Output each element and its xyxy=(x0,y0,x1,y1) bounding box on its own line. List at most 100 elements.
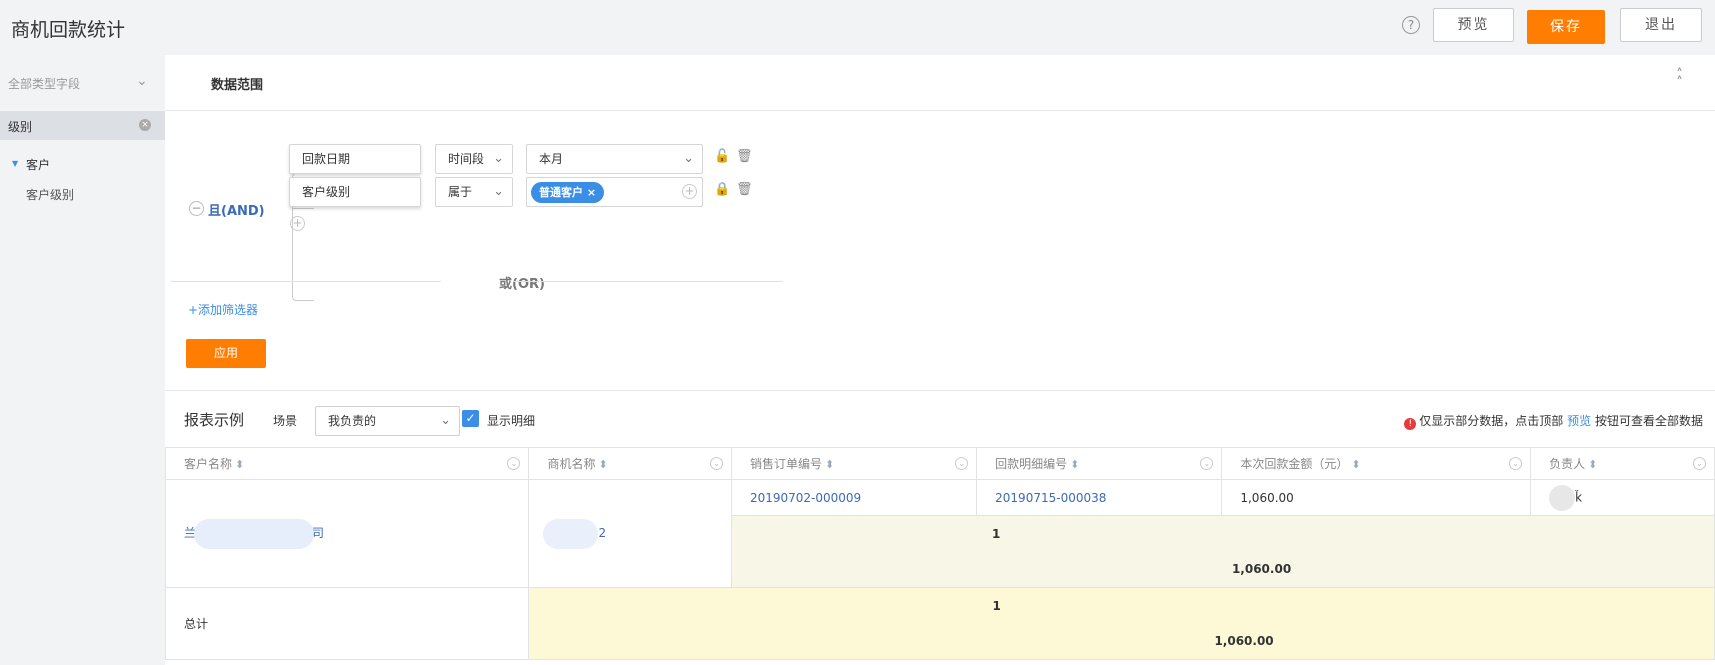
add-filter-link[interactable]: +添加筛选器 xyxy=(188,301,258,318)
tag-label: 普通客户 xyxy=(539,186,583,199)
divider xyxy=(165,110,1715,111)
column-header[interactable]: 商机名称 ⬍ ⌄ xyxy=(528,447,732,480)
detail-cell[interactable]: 20190715-000038 xyxy=(976,479,1223,516)
column-menu-icon[interactable]: ⌄ xyxy=(1200,457,1214,470)
order-cell[interactable]: 20190702-000009 xyxy=(730,479,978,516)
chevron-down-icon: ⌄ xyxy=(440,413,451,428)
lock-icon[interactable]: 🔒 xyxy=(714,182,730,197)
table-row: 兰司 2 20190702-000009 20190715-000038 1,0… xyxy=(164,479,1715,588)
customer-link[interactable]: 兰司 xyxy=(184,518,325,549)
redacted-blur xyxy=(194,518,315,549)
notice-text-tail: 按钮可查看全部数据 xyxy=(1594,414,1703,428)
tree-expand-icon[interactable]: ▼ xyxy=(12,159,18,168)
total-row: 总计 1 xyxy=(164,587,1715,660)
sort-icon[interactable]: ⬍ xyxy=(1351,458,1360,471)
apply-button[interactable]: 应用 xyxy=(186,339,266,368)
column-header[interactable]: 回款明细编号 ⬍ ⌄ xyxy=(976,447,1223,480)
scene-select[interactable]: 我负责的 ⌄ xyxy=(315,406,460,436)
filter-field-select[interactable]: 客户级别 xyxy=(289,177,421,207)
sort-icon[interactable]: ⬍ xyxy=(235,458,244,471)
column-menu-icon[interactable]: ⌄ xyxy=(709,457,723,470)
save-button[interactable]: 保存 xyxy=(1527,10,1605,44)
order-link[interactable]: 20190702-000009 xyxy=(750,491,861,505)
sort-icon[interactable]: ⬍ xyxy=(1588,458,1597,471)
column-header[interactable]: 销售订单编号 ⬍ ⌄ xyxy=(730,447,978,480)
operator-value: 属于 xyxy=(448,185,473,199)
opportunity-link[interactable]: 2 xyxy=(543,518,607,549)
owner-name-end: ǩ xyxy=(1575,490,1583,504)
unlock-icon[interactable]: 🔓 xyxy=(714,149,730,164)
report-title: 报表示例 xyxy=(184,411,245,429)
filter-value: 本月 xyxy=(539,152,564,166)
column-label: 回款明细编号 xyxy=(995,457,1068,471)
preview-notice: ! 仅显示部分数据，点击顶部 预览 按钮可查看全部数据 xyxy=(1404,412,1703,430)
customer-cell[interactable]: 兰司 xyxy=(164,479,530,588)
field-search-input[interactable]: 级别 × xyxy=(0,111,165,140)
total-amount: 1,060.00 xyxy=(528,623,1715,660)
opportunity-name-end: 2 xyxy=(598,526,607,540)
notice-preview-link[interactable]: 预览 xyxy=(1567,414,1591,428)
owner-cell: ǩ xyxy=(1530,479,1715,516)
column-menu-icon[interactable]: ⌄ xyxy=(1509,457,1523,470)
preview-button[interactable]: 预览 xyxy=(1433,8,1514,42)
collapse-icon[interactable]: ˄ ˄ xyxy=(1676,68,1683,90)
help-icon[interactable]: ? xyxy=(1402,16,1420,34)
column-menu-icon[interactable]: ⌄ xyxy=(1693,457,1706,470)
opportunity-cell[interactable]: 2 xyxy=(528,479,732,588)
page-title: 商机回款统计 xyxy=(11,19,126,41)
column-label: 客户名称 xyxy=(184,457,233,471)
delete-icon[interactable]: 🗑 xyxy=(736,182,753,197)
chevron-down-icon: ⌄ xyxy=(683,151,694,166)
subtotal-amount: 1,060.00 xyxy=(730,551,1715,588)
column-header[interactable]: 本次回款金额（元） ⬍ ⌄ xyxy=(1221,447,1532,480)
chevron-down-icon: ⌄ xyxy=(493,151,504,166)
delete-icon[interactable]: 🗑 xyxy=(736,149,753,164)
column-header[interactable]: 负责人 ⬍ ⌄ xyxy=(1530,447,1715,480)
add-value-icon[interactable]: + xyxy=(682,184,697,199)
field-type-select[interactable]: 全部类型字段 xyxy=(8,75,80,92)
column-menu-icon[interactable]: ⌄ xyxy=(955,457,969,470)
sort-icon[interactable]: ⬍ xyxy=(1070,458,1079,471)
section-title: 数据范围 xyxy=(211,78,264,93)
filter-tag-input[interactable]: 普通客户 × + xyxy=(526,177,703,207)
column-label: 本次回款金额（元） xyxy=(1240,457,1349,471)
remove-group-icon[interactable]: − xyxy=(189,201,204,216)
field-sidebar: 全部类型字段 ⌄ 级别 × ▼ 客户 客户级别 xyxy=(0,55,165,665)
divider xyxy=(171,281,441,282)
add-condition-icon[interactable]: + xyxy=(290,216,305,231)
subtotal-count: 1 xyxy=(730,515,1715,552)
group-bracket-branch xyxy=(292,208,314,209)
redacted-blur xyxy=(543,518,599,549)
clear-icon[interactable]: × xyxy=(139,119,151,131)
logic-or-label: 或(OR) xyxy=(499,277,545,292)
tree-node-customer-level[interactable]: 客户级别 xyxy=(26,186,74,203)
filter-field-select[interactable]: 回款日期 xyxy=(289,144,421,174)
main-panel: 数据范围 ˄ ˄ − 且(AND) 回款日期 时间段 ⌄ 本月 ⌄ 🔓 🗑 客户级… xyxy=(164,55,1715,665)
scene-value: 我负责的 xyxy=(328,414,377,428)
filter-operator-select[interactable]: 时间段 ⌄ xyxy=(435,144,513,174)
sort-icon[interactable]: ⬍ xyxy=(598,458,607,471)
amount-cell: 1,060.00 xyxy=(1221,479,1532,516)
column-label: 销售订单编号 xyxy=(749,457,822,471)
customer-name-end: 司 xyxy=(312,526,325,540)
total-count: 1 xyxy=(528,587,1715,624)
search-value: 级别 xyxy=(8,120,33,134)
chevron-down-icon[interactable]: ⌄ xyxy=(136,73,148,89)
divider xyxy=(513,281,783,282)
avatar xyxy=(1549,484,1576,511)
column-header[interactable]: 客户名称 ⬍ ⌄ xyxy=(164,447,530,480)
operator-value: 时间段 xyxy=(448,152,485,166)
detail-link[interactable]: 20190715-000038 xyxy=(995,491,1106,505)
show-detail-checkbox[interactable]: ✓ xyxy=(462,410,479,427)
filter-value-select[interactable]: 本月 ⌄ xyxy=(526,144,703,174)
show-detail-label: 显示明细 xyxy=(487,414,536,428)
scene-label: 场景 xyxy=(273,414,298,428)
column-menu-icon[interactable]: ⌄ xyxy=(507,457,521,470)
column-label: 负责人 xyxy=(1549,457,1586,471)
logic-and-label: 且(AND) xyxy=(208,204,265,219)
tree-node-customer[interactable]: 客户 xyxy=(26,156,50,173)
sort-icon[interactable]: ⬍ xyxy=(825,458,834,471)
exit-button[interactable]: 退出 xyxy=(1620,8,1702,42)
total-label: 总计 xyxy=(164,587,530,660)
filter-operator-select[interactable]: 属于 ⌄ xyxy=(435,177,513,207)
